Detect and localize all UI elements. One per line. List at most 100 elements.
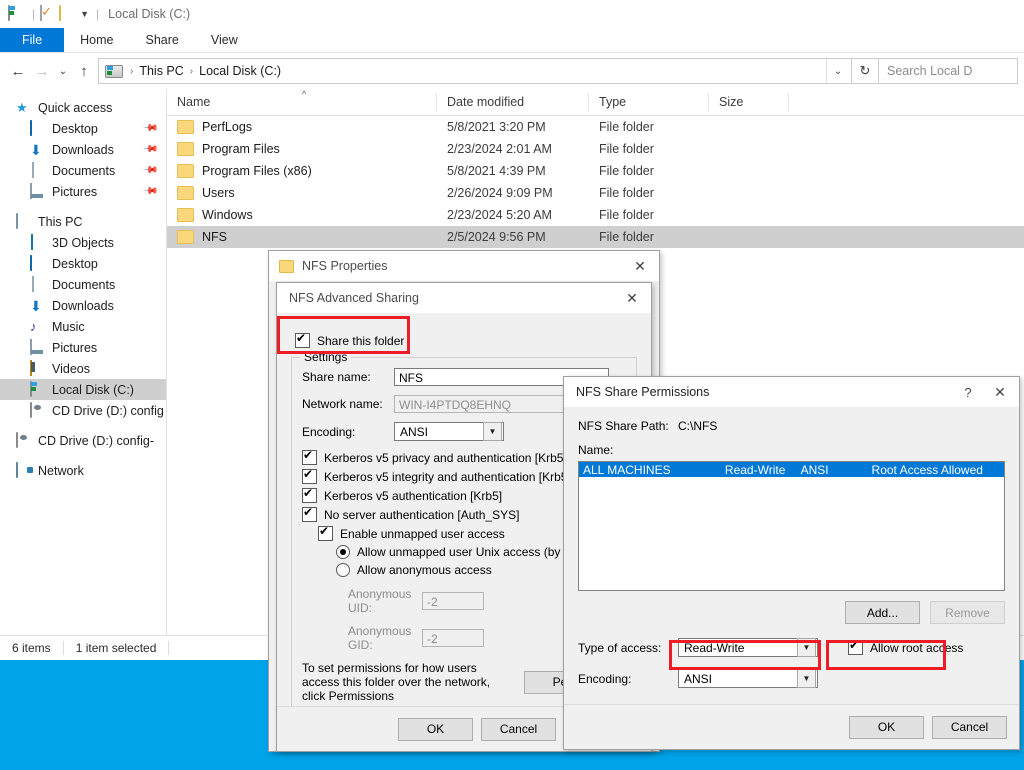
sidebar-item-this-pc[interactable]: This PC bbox=[0, 211, 166, 232]
help-icon[interactable]: ? bbox=[955, 377, 981, 407]
back-button[interactable]: ← bbox=[6, 59, 30, 83]
cancel-button[interactable]: Cancel bbox=[932, 716, 1007, 739]
settings-group-label: Settings bbox=[300, 350, 351, 364]
add-button[interactable]: Add... bbox=[845, 601, 920, 624]
drive-icon[interactable] bbox=[8, 6, 24, 22]
sidebar-item-pictures[interactable]: Pictures bbox=[0, 337, 166, 358]
chevron-down-icon[interactable]: ▼ bbox=[80, 9, 89, 19]
refresh-button[interactable]: ↻ bbox=[852, 58, 879, 84]
status-selection-count: 1 item selected bbox=[64, 641, 169, 655]
sidebar-item-cd-drive-2[interactable]: CD Drive (D:) config- bbox=[0, 430, 166, 451]
sidebar-item-cd-drive-1[interactable]: CD Drive (D:) config bbox=[0, 400, 166, 421]
checkbox-icon bbox=[302, 507, 317, 522]
table-row[interactable]: Program Files (x86) 5/8/2021 4:39 PM Fil… bbox=[167, 160, 1024, 182]
network-name-label: Network name: bbox=[302, 397, 394, 411]
permissions-list[interactable]: ALL MACHINES Read-Write ANSI Root Access… bbox=[578, 461, 1005, 591]
close-icon[interactable]: ✕ bbox=[613, 283, 651, 313]
folder-icon bbox=[177, 142, 194, 156]
column-header-date-modified[interactable]: Date modified bbox=[437, 93, 589, 111]
table-row[interactable]: Users 2/26/2024 9:09 PM File folder bbox=[167, 182, 1024, 204]
share-permissions-title-bar: NFS Share Permissions ? ✕ bbox=[564, 377, 1019, 407]
tab-file[interactable]: File bbox=[0, 28, 64, 52]
sidebar-item-documents[interactable]: Documents bbox=[0, 274, 166, 295]
share-this-folder-checkbox[interactable]: Share this folder bbox=[295, 333, 637, 348]
file-date-cell: 2/23/2024 2:01 AM bbox=[437, 142, 589, 156]
tab-home[interactable]: Home bbox=[64, 28, 129, 52]
document-icon bbox=[30, 163, 46, 179]
sidebar-item-documents-qa[interactable]: Documents 📌 bbox=[0, 160, 166, 181]
file-type-cell: File folder bbox=[589, 142, 709, 156]
file-name-cell: PerfLogs bbox=[167, 120, 437, 134]
drive-icon-address bbox=[105, 65, 123, 78]
sidebar-item-network[interactable]: Network bbox=[0, 460, 166, 481]
close-icon[interactable]: ✕ bbox=[621, 251, 659, 281]
advanced-sharing-title-bar: NFS Advanced Sharing ✕ bbox=[277, 283, 651, 313]
sidebar-item-desktop[interactable]: Desktop bbox=[0, 253, 166, 274]
permissions-encoding-select[interactable]: ANSI ▼ bbox=[678, 669, 818, 688]
properties-dialog-title: NFS Properties bbox=[302, 259, 621, 273]
up-button[interactable]: ↑ bbox=[72, 59, 96, 83]
radio-icon bbox=[336, 563, 350, 577]
cancel-button[interactable]: Cancel bbox=[481, 718, 556, 741]
ok-button[interactable]: OK bbox=[398, 718, 473, 741]
close-icon[interactable]: ✕ bbox=[981, 377, 1019, 407]
file-name-text: Windows bbox=[202, 208, 253, 222]
properties-icon[interactable] bbox=[40, 6, 56, 22]
file-type-cell: File folder bbox=[589, 230, 709, 244]
enable-unmapped-label: Enable unmapped user access bbox=[340, 527, 505, 541]
sidebar-item-3d-objects[interactable]: 3D Objects bbox=[0, 232, 166, 253]
address-dropdown-icon[interactable]: ⌄ bbox=[826, 59, 849, 83]
sidebar-item-quick-access[interactable]: ★ Quick access bbox=[0, 97, 166, 118]
sidebar-item-label: Documents bbox=[52, 164, 115, 178]
recent-locations-icon[interactable]: ⌄ bbox=[54, 59, 72, 83]
nfs-share-path-value: C:\NFS bbox=[678, 419, 717, 433]
pin-icon: 📌 bbox=[141, 120, 158, 137]
allow-root-access-checkbox[interactable]: Allow root access bbox=[848, 640, 963, 655]
column-header-size[interactable]: Size bbox=[709, 93, 789, 111]
permissions-encoding-label: Encoding: bbox=[578, 672, 678, 686]
table-row[interactable]: PerfLogs 5/8/2021 3:20 PM File folder bbox=[167, 116, 1024, 138]
table-row[interactable]: Windows 2/23/2024 5:20 AM File folder bbox=[167, 204, 1024, 226]
qat-divider: | bbox=[32, 7, 35, 21]
breadcrumb-this-pc[interactable]: This PC bbox=[136, 64, 186, 78]
pin-icon: 📌 bbox=[141, 162, 158, 179]
table-row-selected[interactable]: NFS 2/5/2024 9:56 PM File folder bbox=[167, 226, 1024, 248]
type-of-access-value: Read-Write bbox=[679, 641, 797, 655]
sidebar-item-pictures-qa[interactable]: Pictures 📌 bbox=[0, 181, 166, 202]
ok-button[interactable]: OK bbox=[849, 716, 924, 739]
sidebar-item-downloads[interactable]: ⬇ Downloads bbox=[0, 295, 166, 316]
encoding-select[interactable]: ANSI ▼ bbox=[394, 422, 504, 441]
sidebar-item-music[interactable]: ♪ Music bbox=[0, 316, 166, 337]
sidebar-item-local-disk-c[interactable]: Local Disk (C:) bbox=[0, 379, 166, 400]
address-bar[interactable]: › This PC › Local Disk (C:) ⌄ bbox=[98, 58, 852, 84]
new-folder-icon[interactable] bbox=[59, 6, 75, 22]
checkbox-icon bbox=[302, 488, 317, 503]
breadcrumb-local-disk[interactable]: Local Disk (C:) bbox=[196, 64, 284, 78]
document-icon bbox=[30, 277, 46, 293]
sidebar-item-label: Documents bbox=[52, 278, 115, 292]
type-of-access-select[interactable]: Read-Write ▼ bbox=[678, 638, 818, 657]
sort-ascending-icon: ^ bbox=[302, 89, 306, 99]
sidebar-item-downloads-qa[interactable]: ⬇ Downloads 📌 bbox=[0, 139, 166, 160]
sidebar-item-desktop-qa[interactable]: Desktop 📌 bbox=[0, 118, 166, 139]
download-icon: ⬇ bbox=[30, 298, 46, 314]
column-header-type[interactable]: Type bbox=[589, 93, 709, 111]
cd-drive-icon bbox=[16, 433, 32, 449]
permission-root-access: Root Access Allowed bbox=[872, 463, 1004, 477]
chevron-down-icon: ▼ bbox=[797, 638, 816, 657]
list-item[interactable]: ALL MACHINES Read-Write ANSI Root Access… bbox=[579, 462, 1004, 477]
sidebar-item-videos[interactable]: Videos bbox=[0, 358, 166, 379]
file-name-cell: Windows bbox=[167, 208, 437, 222]
forward-button[interactable]: → bbox=[30, 59, 54, 83]
auth-sys-label: No server authentication [Auth_SYS] bbox=[324, 508, 519, 522]
search-input[interactable]: Search Local D bbox=[879, 58, 1018, 84]
tab-view[interactable]: View bbox=[195, 28, 254, 52]
table-row[interactable]: Program Files 2/23/2024 2:01 AM File fol… bbox=[167, 138, 1024, 160]
encoding-value: ANSI bbox=[395, 425, 483, 439]
share-name-label: Share name: bbox=[302, 370, 394, 384]
tab-share[interactable]: Share bbox=[130, 28, 195, 52]
file-type-cell: File folder bbox=[589, 164, 709, 178]
folder-icon bbox=[279, 260, 294, 273]
anonymous-gid-label: Anonymous GID: bbox=[348, 624, 422, 652]
encoding-label: Encoding: bbox=[302, 425, 394, 439]
